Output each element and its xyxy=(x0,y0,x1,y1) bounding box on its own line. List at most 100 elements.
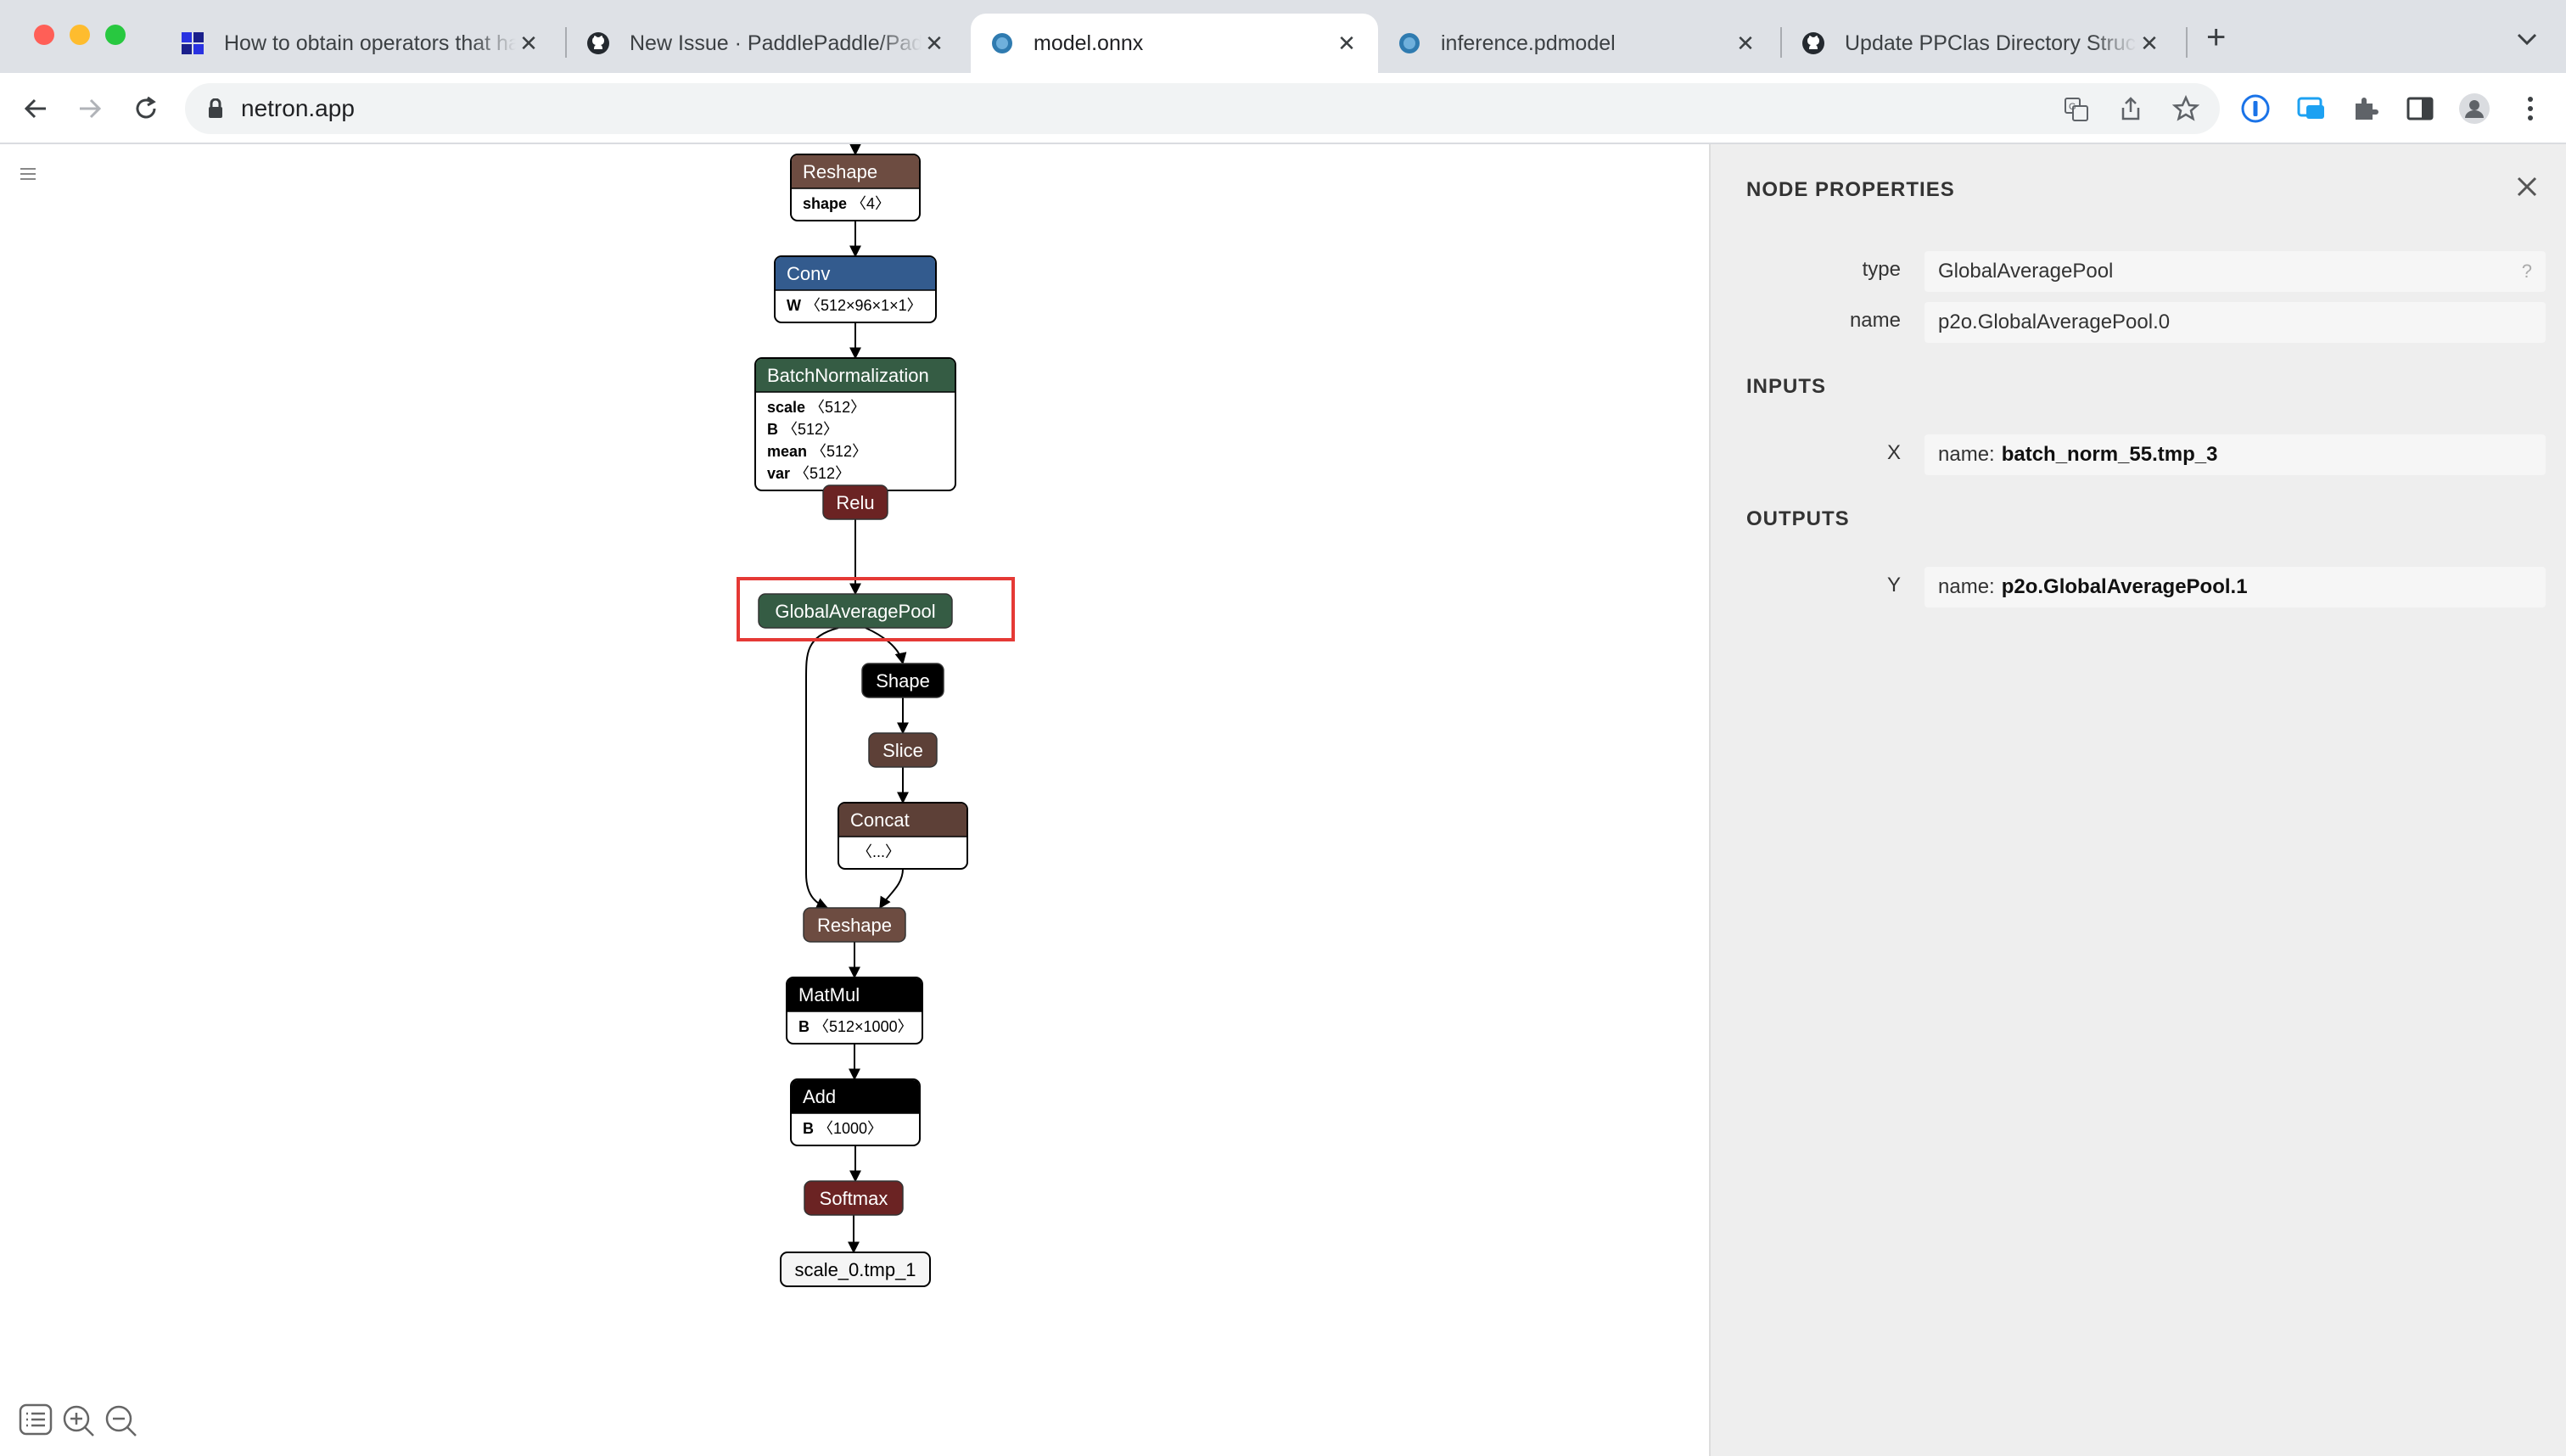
tab-how-to-obtain-operators[interactable]: How to obtain operators that have ✕ xyxy=(161,14,560,73)
tab-close-icon[interactable]: ✕ xyxy=(516,31,541,57)
reload-button[interactable] xyxy=(127,90,165,127)
node-op-label: Concat xyxy=(850,809,910,831)
translate-icon[interactable]: G xyxy=(2064,97,2089,122)
share-icon[interactable] xyxy=(2118,95,2143,122)
graph-node-shape[interactable]: Shape xyxy=(861,663,944,698)
netron-icon xyxy=(1399,33,1420,53)
close-window-button[interactable] xyxy=(34,25,54,45)
inputs-heading: INPUTS xyxy=(1746,375,1827,398)
tab-close-icon[interactable]: ✕ xyxy=(2137,31,2162,57)
tab-title: model.onnx xyxy=(1034,31,1144,55)
maximize-window-button[interactable] xyxy=(105,25,126,45)
node-attribute: B 〈1000〉 xyxy=(803,1120,882,1137)
zoom-in-icon[interactable] xyxy=(61,1403,97,1437)
forward-arrow-icon xyxy=(80,98,102,119)
outputs-heading: OUTPUTS xyxy=(1746,507,1850,530)
graph-edge xyxy=(865,627,907,665)
output-name-value: p2o.GlobalAveragePool.1 xyxy=(2001,575,2248,598)
svg-text:G: G xyxy=(2069,102,2076,112)
new-tab-button[interactable]: + xyxy=(2206,19,2226,57)
back-arrow-icon xyxy=(24,98,46,119)
graph-node-softmax[interactable]: Softmax xyxy=(804,1180,904,1216)
avatar-icon xyxy=(2459,93,2490,124)
graph-node-matmul[interactable]: MatMul B 〈512×1000〉 xyxy=(786,977,923,1044)
tab-close-icon[interactable]: ✕ xyxy=(1334,31,1359,57)
extensions-button[interactable] xyxy=(2347,90,2384,127)
netron-icon xyxy=(992,33,1012,53)
graph-node-reshape[interactable]: Reshape xyxy=(803,907,906,943)
node-attribute: shape 〈4〉 xyxy=(803,195,890,212)
graph-node-reshape[interactable]: Reshape shape 〈4〉 xyxy=(790,154,921,221)
side-panel-button[interactable] xyxy=(2401,90,2439,127)
node-op-label: MatMul xyxy=(798,984,860,1005)
tab-close-icon[interactable]: ✕ xyxy=(1733,31,1758,57)
tab-new-issue[interactable]: New Issue · PaddlePaddle/Paddle ✕ xyxy=(567,14,966,73)
graph-nodes: Reshape shape 〈4〉 Conv W 〈512×96×1×1〉 BatchN… xyxy=(754,154,968,1287)
panel-title: NODE PROPERTIES xyxy=(1746,178,1955,201)
tab-model-onnx[interactable]: model.onnx ✕ xyxy=(971,14,1378,73)
type-field[interactable]: GlobalAveragePool ? xyxy=(1924,251,2546,292)
graph-output-node[interactable]: scale_0.tmp_1 xyxy=(780,1252,931,1287)
screen-share-icon xyxy=(2297,97,2324,119)
tab-title: How to obtain operators that have xyxy=(224,31,516,55)
node-attribute: B 〈512〉 xyxy=(767,421,838,438)
graph-node-batchnormalization[interactable]: BatchNormalization scale 〈512〉 B 〈512〉 mean… xyxy=(754,357,956,491)
tab-divider xyxy=(2186,27,2188,58)
graph-canvas[interactable]: Reshape shape 〈4〉 Conv W 〈512×96×1×1〉 BatchN… xyxy=(0,144,1709,1456)
password-manager-extension[interactable] xyxy=(2237,90,2274,127)
input-x-label: X xyxy=(1886,441,1901,464)
graph-node-globalaveragepool[interactable]: GlobalAveragePool xyxy=(758,593,953,629)
node-op-label: Slice xyxy=(882,740,923,761)
close-icon[interactable] xyxy=(2510,170,2544,204)
output-y-label: Y xyxy=(1886,574,1901,596)
node-attribute: 〈...〉 xyxy=(857,843,900,860)
graph-node-add[interactable]: Add B 〈1000〉 xyxy=(790,1078,921,1146)
node-op-label: Relu xyxy=(836,492,874,513)
browser-toolbar: netron.app G xyxy=(0,73,2566,144)
kebab-menu-icon xyxy=(2528,97,2533,120)
back-button[interactable] xyxy=(17,90,54,127)
input-x-field[interactable]: name: batch_norm_55.tmp_3 xyxy=(1924,434,2546,475)
input-name-prefix: name: xyxy=(1938,443,1995,466)
profile-button[interactable] xyxy=(2456,90,2493,127)
github-icon xyxy=(587,32,609,54)
output-node-label: scale_0.tmp_1 xyxy=(794,1259,916,1280)
tab-close-icon[interactable]: ✕ xyxy=(922,31,947,57)
name-field[interactable]: p2o.GlobalAveragePool.0 xyxy=(1924,302,2546,343)
help-icon[interactable]: ? xyxy=(2522,260,2532,283)
password-manager-icon xyxy=(2241,94,2270,123)
node-op-label: GlobalAveragePool xyxy=(775,601,935,622)
paddle-icon xyxy=(182,32,204,54)
zoom-out-icon[interactable] xyxy=(104,1403,139,1437)
name-label: name xyxy=(1849,309,1901,332)
node-op-label: Softmax xyxy=(820,1188,888,1209)
screen-share-extension[interactable] xyxy=(2293,90,2330,127)
graph-node-concat[interactable]: Concat 〈...〉 xyxy=(838,802,968,870)
forward-button[interactable] xyxy=(71,90,109,127)
name-value: p2o.GlobalAveragePool.0 xyxy=(1938,311,2171,333)
graph-edge xyxy=(879,868,904,910)
type-value: GlobalAveragePool xyxy=(1938,260,2114,283)
output-name-prefix: name: xyxy=(1938,575,1995,598)
node-attribute: W 〈512×96×1×1〉 xyxy=(787,297,922,314)
bookmark-star-icon[interactable] xyxy=(2172,95,2199,122)
node-properties-panel: NODE PROPERTIES type GlobalAveragePool ?… xyxy=(1709,144,2566,1456)
node-attribute: var 〈512〉 xyxy=(767,465,850,482)
output-y-field[interactable]: name: p2o.GlobalAveragePool.1 xyxy=(1924,567,2546,608)
minimize-window-button[interactable] xyxy=(70,25,90,45)
node-attribute: scale 〈512〉 xyxy=(767,399,866,416)
browser-menu-button[interactable] xyxy=(2512,90,2549,127)
tab-update-ppclas[interactable]: Update PPClas Directory Structure ✕ xyxy=(1782,14,2181,73)
tab-search-chevron-icon[interactable] xyxy=(2515,31,2539,48)
graph-node-slice[interactable]: Slice xyxy=(868,732,938,768)
list-icon[interactable] xyxy=(19,1403,53,1436)
node-attribute: mean 〈512〉 xyxy=(767,443,867,460)
lock-icon[interactable] xyxy=(207,98,224,119)
node-op-label: Reshape xyxy=(803,161,877,182)
side-panel-icon xyxy=(2406,97,2434,120)
graph-node-conv[interactable]: Conv W 〈512×96×1×1〉 xyxy=(774,255,937,323)
address-bar[interactable]: netron.app G xyxy=(185,83,2220,134)
graph-node-relu[interactable]: Relu xyxy=(822,484,888,520)
tab-inference-pdmodel[interactable]: inference.pdmodel ✕ xyxy=(1378,14,1777,73)
puzzle-icon xyxy=(2356,98,2378,120)
